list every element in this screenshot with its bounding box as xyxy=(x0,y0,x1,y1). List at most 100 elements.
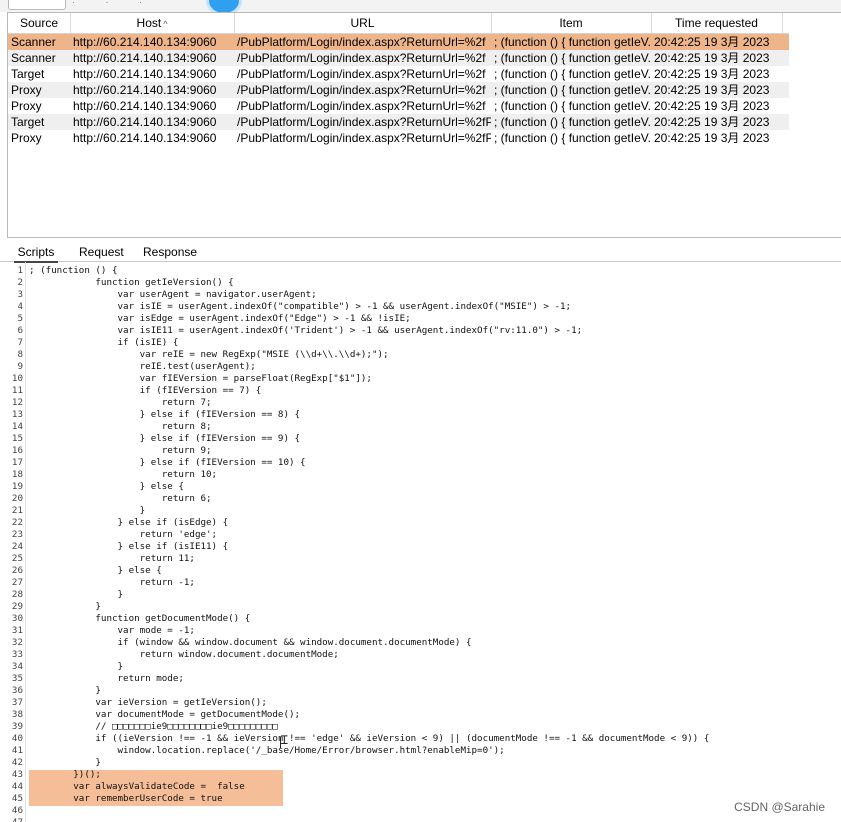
line-number: 38 xyxy=(11,709,23,720)
results-table: Source Host ^ URL Item Time requested Sca… xyxy=(7,12,841,238)
code-text: reIE.test(userAgent); xyxy=(29,361,256,372)
code-text: })(); xyxy=(29,769,101,780)
code-line: 26 } else { xyxy=(0,565,841,577)
tab-scripts[interactable]: Scripts xyxy=(14,244,58,263)
table-cell-time: 20:42:25 19 3月 2023 xyxy=(654,131,770,145)
app-window: { "table": { "columns": ["Source", "Host… xyxy=(0,0,841,822)
code-line: 35 return mode; xyxy=(0,673,841,685)
code-text: } else { xyxy=(29,565,162,576)
code-text: } xyxy=(29,505,146,516)
tab-request[interactable]: Request xyxy=(79,244,124,261)
toolbar-controls: · · · xyxy=(72,0,156,7)
code-text: return window.document.documentMode; xyxy=(29,649,339,660)
toolbar-button[interactable] xyxy=(8,0,66,10)
table-cell-time: 20:42:25 19 3月 2023 xyxy=(654,51,770,65)
table-row[interactable]: Target http://60.214.140.134:9060/PubPlat… xyxy=(8,114,789,130)
code-line: 5 var isEdge = userAgent.indexOf("Edge")… xyxy=(0,313,841,325)
code-text: } xyxy=(29,685,101,696)
line-number: 30 xyxy=(11,613,23,624)
code-line: 19 } else { xyxy=(0,481,841,493)
code-text: return 10; xyxy=(29,469,218,480)
code-line: 46 xyxy=(0,805,841,817)
table-row[interactable]: Proxy http://60.214.140.134:9060/PubPlatf… xyxy=(8,82,789,98)
code-text: function getDocumentMode() { xyxy=(29,613,251,624)
code-text: var userAgent = navigator.userAgent; xyxy=(29,289,317,300)
table-cell-url: /PubPlatform/Login/index.aspx?ReturnUrl=… xyxy=(237,67,486,81)
code-line: 32 if (window && window.document && wind… xyxy=(0,637,841,649)
code-text: var ieVersion = getIeVersion(); xyxy=(29,697,267,708)
line-number: 34 xyxy=(11,661,23,672)
line-number: 16 xyxy=(11,445,23,456)
line-number: 13 xyxy=(11,409,23,420)
code-line: 45 var rememberUserCode = true xyxy=(0,793,841,805)
table-cell-item: ; (function () { function getIeV... xyxy=(494,35,651,49)
tab-response[interactable]: Response xyxy=(143,244,197,261)
code-text: var fIEVersion = parseFloat(RegExp["$1"]… xyxy=(29,373,372,384)
table-cell-time: 20:42:25 19 3月 2023 xyxy=(654,67,770,81)
code-line: 11 if (fIEVersion == 7) { xyxy=(0,385,841,397)
code-line: 8 var reIE = new RegExp("MSIE (\\d+\\.\\… xyxy=(0,349,841,361)
column-header-time[interactable]: Time requested xyxy=(651,13,783,33)
line-number: 8 xyxy=(17,349,23,360)
line-number: 47 xyxy=(0,817,23,822)
table-header: Source Host ^ URL Item Time requested xyxy=(8,13,789,34)
table-cell-item: ; (function () { function getIeV... xyxy=(494,51,651,65)
code-line: 37 var ieVersion = getIeVersion(); xyxy=(0,697,841,709)
code-line: 27 return -1; xyxy=(0,577,841,589)
table-cell-url: /PubPlatform/Login/index.aspx?ReturnUrl=… xyxy=(237,115,491,129)
line-number: 19 xyxy=(11,481,23,492)
table-cell-url: /PubPlatform/Login/index.aspx?ReturnUrl=… xyxy=(237,131,491,145)
code-text: return -1; xyxy=(29,577,195,588)
column-header-host[interactable]: Host ^ xyxy=(70,13,235,33)
table-cell-source: Proxy xyxy=(11,83,42,97)
line-number: 40 xyxy=(11,733,23,744)
line-number: 18 xyxy=(11,469,23,480)
code-line: 31 var mode = -1; xyxy=(0,625,841,637)
code-text: } else if (fIEVersion == 10) { xyxy=(29,457,306,468)
table-row[interactable]: Proxy http://60.214.140.134:9060/PubPlatf… xyxy=(8,98,789,114)
line-number: 39 xyxy=(11,721,23,732)
code-line: 4 var isIE = userAgent.indexOf("compatib… xyxy=(0,301,841,313)
code-line: 3 var userAgent = navigator.userAgent; xyxy=(0,289,841,301)
code-line: 43 })(); xyxy=(0,769,841,781)
code-text: } else if (isEdge) { xyxy=(29,517,229,528)
table-cell-source: Proxy xyxy=(11,131,42,145)
line-number: 4 xyxy=(17,301,23,312)
line-number: 28 xyxy=(11,589,23,600)
line-number: 7 xyxy=(17,337,23,348)
line-number: 32 xyxy=(11,637,23,648)
code-text: var isIE11 = userAgent.indexOf('Trident'… xyxy=(29,325,583,336)
code-text: } xyxy=(29,661,124,672)
table-cell-source: Proxy xyxy=(11,99,42,113)
ibeam-cursor-icon: Ɪ xyxy=(281,733,288,747)
table-row[interactable]: Target http://60.214.140.134:9060/PubPlat… xyxy=(8,66,789,82)
code-text: window.location.replace('/_base/Home/Err… xyxy=(29,745,505,756)
code-text: } else if (fIEVersion == 9) { xyxy=(29,433,301,444)
code-line: 28 } xyxy=(0,589,841,601)
column-header-source[interactable]: Source xyxy=(8,13,71,33)
code-text: var alwaysValidateCode = false xyxy=(29,781,245,792)
line-number: 17 xyxy=(11,457,23,468)
code-text: return 9; xyxy=(29,445,212,456)
line-number: 14 xyxy=(11,421,23,432)
column-header-url[interactable]: URL xyxy=(234,13,492,33)
line-number: 29 xyxy=(11,601,23,612)
table-cell-host: http://60.214.140.134:9060 xyxy=(73,67,217,81)
table-cell-host: http://60.214.140.134:9060 xyxy=(73,99,217,113)
code-text: } else if (fIEVersion == 8) { xyxy=(29,409,301,420)
table-cell-source: Target xyxy=(11,115,45,129)
code-line: 2 function getIeVersion() { xyxy=(0,277,841,289)
line-number: 46 xyxy=(11,805,23,816)
script-viewer[interactable]: 1; (function () {2 function getIeVersion… xyxy=(0,262,841,822)
table-cell-url: /PubPlatform/Login/index.aspx?ReturnUrl=… xyxy=(237,51,486,65)
table-row[interactable]: Scanner http://60.214.140.134:9060/PubPla… xyxy=(8,50,789,66)
code-text: return 6; xyxy=(29,493,212,504)
column-header-item[interactable]: Item xyxy=(491,13,652,33)
table-row[interactable]: Scanner http://60.214.140.134:9060/PubPla… xyxy=(8,34,789,50)
code-text: var rememberUserCode = true xyxy=(29,793,223,804)
table-row[interactable]: Proxy http://60.214.140.134:9060/PubPlatf… xyxy=(8,130,789,146)
code-line: 38 var documentMode = getDocumentMode(); xyxy=(0,709,841,721)
code-line: 33 return window.document.documentMode; xyxy=(0,649,841,661)
code-text: // □□□□□□□ie9□□□□□□□□ie9□□□□□□□□□ xyxy=(29,721,278,732)
line-number: 31 xyxy=(11,625,23,636)
